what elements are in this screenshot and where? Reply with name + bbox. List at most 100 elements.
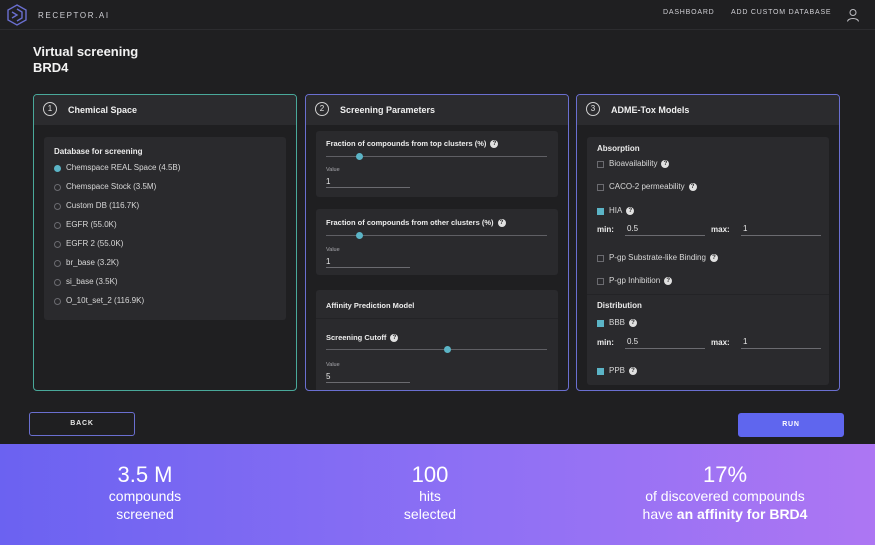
step-number: 1 bbox=[43, 102, 57, 116]
top-navigation-bar: RECEPTOR.AI DASHBOARD ADD CUSTOM DATABAS… bbox=[0, 0, 875, 30]
other-clusters-label: Fraction of compounds from other cluster… bbox=[326, 218, 506, 227]
database-option-label: O_10t_set_2 (116.9K) bbox=[66, 296, 145, 305]
hits-selected-stat: 100 hits selected bbox=[355, 463, 505, 523]
stat-value: 100 bbox=[411, 462, 449, 487]
cutoff-value-input[interactable]: 5 bbox=[326, 370, 410, 383]
bbb-min-input[interactable]: 0.5 bbox=[625, 335, 705, 349]
affinity-model-label: Affinity Prediction Model bbox=[326, 301, 415, 310]
absorption-label: Absorption bbox=[597, 144, 640, 153]
cutoff-slider-thumb[interactable] bbox=[444, 346, 452, 353]
radio-icon bbox=[54, 260, 61, 267]
stat-line: selected bbox=[403, 506, 457, 522]
other-clusters-slider-thumb[interactable] bbox=[355, 232, 363, 239]
checkbox-label: BBB? bbox=[609, 318, 638, 327]
divider bbox=[316, 318, 558, 319]
checkbox-checked-icon bbox=[597, 208, 604, 215]
nav-dashboard-link[interactable]: DASHBOARD bbox=[663, 9, 715, 16]
hia-max-label: max: bbox=[711, 225, 730, 234]
bbb-max-input[interactable]: 1 bbox=[741, 335, 821, 349]
help-icon[interactable]: ? bbox=[688, 183, 697, 191]
radio-icon bbox=[54, 298, 61, 305]
stat-value: 3.5 M bbox=[117, 462, 173, 487]
checkbox-icon bbox=[597, 161, 604, 168]
database-option-label: Custom DB (116.7K) bbox=[66, 201, 140, 210]
stat-line: have an affinity for BRD4 bbox=[642, 506, 808, 522]
top-clusters-value-input[interactable]: 1 bbox=[326, 175, 410, 188]
top-clusters-label: Fraction of compounds from top clusters … bbox=[326, 139, 499, 148]
checkbox-label: P-gp Substrate-like Binding? bbox=[609, 253, 718, 262]
run-button[interactable]: RUN bbox=[738, 413, 844, 437]
page-title: Virtual screening bbox=[33, 44, 139, 59]
help-icon[interactable]: ? bbox=[664, 277, 673, 285]
adme-tox-header: 3 ADME-Tox Models bbox=[577, 95, 839, 125]
radio-icon bbox=[54, 184, 61, 191]
radio-icon bbox=[54, 279, 61, 286]
stat-line: of discovered compounds bbox=[645, 488, 805, 504]
other-clusters-value-input[interactable]: 1 bbox=[326, 255, 410, 268]
value-caption: Value bbox=[326, 167, 340, 173]
database-label: Database for screening bbox=[54, 147, 143, 156]
checkbox-icon bbox=[597, 184, 604, 191]
database-option-label: EGFR 2 (55.0K) bbox=[66, 239, 124, 248]
screening-cutoff-label: Screening Cutoff? bbox=[326, 333, 399, 342]
hia-min-input[interactable]: 0.5 bbox=[625, 222, 705, 236]
database-option-label: EGFR (55.0K) bbox=[66, 220, 117, 229]
chemical-space-panel: 1 Chemical Space Database for screening … bbox=[33, 94, 297, 391]
value-caption: Value bbox=[326, 247, 340, 253]
checkbox-label: PPB? bbox=[609, 366, 638, 375]
panel-title: Chemical Space bbox=[68, 105, 138, 115]
database-card: Database for screening Chemspace REAL Sp… bbox=[44, 137, 286, 320]
bbb-max-label: max: bbox=[711, 338, 730, 347]
value-caption: Value bbox=[326, 362, 340, 368]
radio-selected-icon bbox=[54, 165, 61, 172]
cutoff-slider-track[interactable] bbox=[326, 349, 547, 350]
distribution-label: Distribution bbox=[597, 301, 642, 310]
help-icon[interactable]: ? bbox=[490, 140, 499, 148]
receptor-logo-icon[interactable] bbox=[6, 4, 28, 26]
help-icon[interactable]: ? bbox=[629, 367, 638, 375]
other-clusters-card: Fraction of compounds from other cluster… bbox=[316, 209, 558, 275]
radio-icon bbox=[54, 222, 61, 229]
panel-title: Screening Parameters bbox=[340, 105, 436, 115]
help-icon[interactable]: ? bbox=[661, 160, 670, 168]
help-icon[interactable]: ? bbox=[626, 207, 635, 215]
step-number: 3 bbox=[586, 102, 600, 116]
database-option-label: Chemspace REAL Space (4.5B) bbox=[66, 163, 181, 172]
checkbox-icon bbox=[597, 278, 604, 285]
compounds-screened-stat: 3.5 M compounds screened bbox=[70, 463, 220, 523]
screening-parameters-header: 2 Screening Parameters bbox=[306, 95, 568, 125]
hia-min-label: min: bbox=[597, 225, 614, 234]
checkbox-label: HIA? bbox=[609, 206, 635, 215]
top-clusters-card: Fraction of compounds from top clusters … bbox=[316, 131, 558, 197]
hia-max-input[interactable]: 1 bbox=[741, 222, 821, 236]
affinity-discovered-stat: 17% of discovered compounds have an affi… bbox=[605, 463, 845, 523]
stat-line: screened bbox=[116, 506, 174, 522]
screening-parameters-panel: 2 Screening Parameters Fraction of compo… bbox=[305, 94, 569, 391]
database-option-label: si_base (3.5K) bbox=[66, 277, 118, 286]
chemical-space-header: 1 Chemical Space bbox=[34, 95, 296, 125]
database-option-label: Chemspace Stock (3.5M) bbox=[66, 182, 157, 191]
back-button[interactable]: BACK bbox=[29, 412, 135, 436]
panel-title: ADME-Tox Models bbox=[611, 105, 690, 115]
nav-add-custom-database-link[interactable]: ADD CUSTOM DATABASE bbox=[731, 9, 831, 16]
help-icon[interactable]: ? bbox=[629, 319, 638, 327]
checkbox-checked-icon bbox=[597, 368, 604, 375]
checkbox-label: CACO-2 permeability? bbox=[609, 182, 697, 191]
stats-banner: 3.5 M compounds screened 100 hits select… bbox=[0, 444, 875, 545]
stat-line: compounds bbox=[108, 488, 182, 504]
stat-line: hits bbox=[419, 488, 441, 504]
help-icon[interactable]: ? bbox=[497, 219, 506, 227]
help-icon[interactable]: ? bbox=[390, 334, 399, 342]
step-number: 2 bbox=[315, 102, 329, 116]
radio-icon bbox=[54, 203, 61, 210]
affinity-model-card: Affinity Prediction Model Screening Cuto… bbox=[316, 290, 558, 390]
checkbox-label: P-gp Inhibition? bbox=[609, 276, 673, 285]
checkbox-checked-icon bbox=[597, 320, 604, 327]
top-clusters-slider-thumb[interactable] bbox=[355, 153, 363, 160]
checkbox-icon bbox=[597, 255, 604, 262]
user-icon[interactable] bbox=[846, 8, 860, 22]
radio-icon bbox=[54, 241, 61, 248]
help-icon[interactable]: ? bbox=[709, 254, 718, 262]
stat-value: 17% bbox=[702, 462, 748, 487]
database-option-label: br_base (3.2K) bbox=[66, 258, 119, 267]
